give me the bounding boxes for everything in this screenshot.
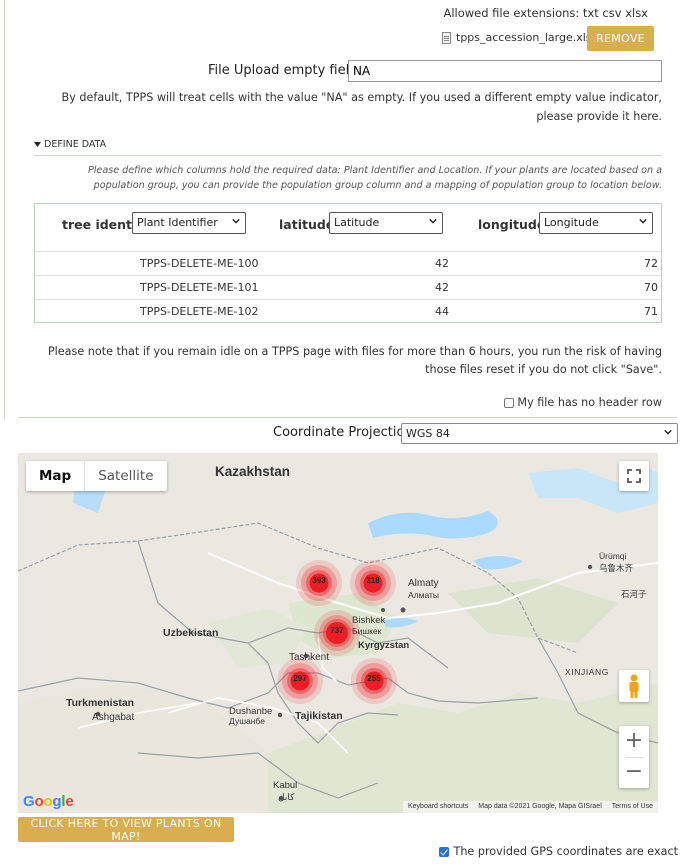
divider <box>34 155 662 156</box>
cell-tree-id: TPPS-DELETE-ME-100 <box>140 257 259 270</box>
define-data-help: Please define which columns hold the req… <box>87 165 662 191</box>
chevron-down-icon <box>639 218 647 224</box>
map-tab[interactable]: Map <box>26 461 86 491</box>
label-urumqi-cn: 乌鲁木齐 <box>599 563 634 573</box>
cluster-count: 737 <box>330 626 344 635</box>
cluster-count: 318 <box>366 576 380 585</box>
cluster-marker[interactable]: 255 <box>350 657 398 705</box>
cell-longitude: 72 <box>644 257 658 270</box>
label-almaty: Almaty <box>408 578 439 589</box>
chevron-down-icon <box>429 218 437 224</box>
cell-longitude: 70 <box>644 281 658 294</box>
label-ashgabat: Ashgabat <box>92 712 135 723</box>
projection-label: Coordinate Projection <box>273 425 413 440</box>
cell-tree-id: TPPS-DELETE-ME-102 <box>140 305 259 318</box>
gps-exact-checkbox[interactable] <box>439 846 450 857</box>
empty-field-input[interactable] <box>348 60 662 82</box>
longitude-select[interactable]: Longitude <box>539 212 653 234</box>
divider <box>18 417 678 418</box>
gps-exact-label: The provided GPS coordinates are exact <box>453 845 678 858</box>
zoom-control: + − <box>619 726 649 788</box>
column-header-longitude: longitude <box>478 217 546 232</box>
left-border <box>4 0 5 420</box>
label-shihezi-cn: 石河子 <box>621 589 647 599</box>
label-uzbekistan: Uzbekistan <box>163 627 219 639</box>
column-mapping-table: tree identif Plant Identifier latitude L… <box>34 203 662 323</box>
empty-field-help: By default, TPPS will treat cells with t… <box>61 91 662 123</box>
cell-latitude: 42 <box>435 257 449 270</box>
cell-latitude: 42 <box>435 281 449 294</box>
tree-id-select[interactable]: Plant Identifier <box>132 212 246 234</box>
longitude-select-value: Longitude <box>544 216 599 229</box>
label-turkmenistan: Turkmenistan <box>66 697 135 709</box>
zoom-in-icon[interactable]: + <box>619 726 649 757</box>
uploaded-file: tpps_accession_large.xlsx <box>442 31 598 44</box>
label-kazakhstan: Kazakhstan <box>215 464 291 479</box>
cell-longitude: 71 <box>644 305 658 318</box>
cluster-count: 255 <box>367 674 381 683</box>
street-view-button[interactable] <box>619 670 649 702</box>
label-tajikistan: Tajikistan <box>295 710 343 722</box>
map-type-control: Map Satellite <box>26 461 167 491</box>
map[interactable]: Map Satellite Kazakhstan Uzbekistan Turk… <box>18 453 658 813</box>
file-name: tpps_accession_large.xlsx <box>456 31 599 44</box>
latitude-select[interactable]: Latitude <box>329 212 443 234</box>
no-header-checkbox[interactable] <box>504 397 515 408</box>
fullscreen-button[interactable] <box>619 461 649 491</box>
terms-link[interactable]: Terms of Use <box>612 803 653 811</box>
caret-down-icon <box>34 142 41 147</box>
map-data-credit: Map data ©2021 Google, Mapa GISrael <box>478 803 602 810</box>
remove-button[interactable]: REMOVE <box>587 26 654 51</box>
zoom-out-icon[interactable]: − <box>619 757 649 788</box>
idle-warning: Please note that if you remain idle on a… <box>47 345 662 376</box>
cluster-count: 297 <box>293 674 307 683</box>
cluster-marker[interactable]: 393 <box>295 559 343 607</box>
projection-select-value: WGS 84 <box>406 427 450 440</box>
google-logo: Google <box>23 793 74 810</box>
label-almaty-cyr: Алматы <box>408 590 440 600</box>
tree-id-select-value: Plant Identifier <box>137 216 218 229</box>
no-header-option[interactable]: My file has no header row <box>504 396 662 409</box>
fullscreen-icon <box>627 469 641 483</box>
table-row: TPPS-DELETE-ME-100 42 72 <box>35 251 661 275</box>
define-data-title: DEFINE DATA <box>44 139 107 150</box>
view-plants-on-map-button[interactable]: CLICK HERE TO VIEW PLANTS ON MAP! <box>18 817 234 843</box>
chevron-down-icon <box>232 218 240 224</box>
cluster-marker[interactable]: 737 <box>313 609 361 657</box>
empty-field-label: File Upload empty field: <box>208 63 362 78</box>
allowed-extensions: Allowed file extensions: txt csv xlsx <box>443 6 648 20</box>
map-attribution: Keyboard shortcuts Map data ©2021 Google… <box>402 801 658 813</box>
keyboard-shortcuts-link[interactable]: Keyboard shortcuts <box>408 803 468 811</box>
cluster-marker[interactable]: 297 <box>276 657 324 705</box>
label-xinjiang: XINJIANG <box>565 667 610 677</box>
chevron-down-icon <box>664 429 672 435</box>
latitude-select-value: Latitude <box>334 216 380 229</box>
label-dushanbe-cyr: Душанбе <box>229 716 265 726</box>
cluster-count: 393 <box>312 576 326 585</box>
table-row: TPPS-DELETE-ME-102 44 71 <box>35 299 661 323</box>
file-icon <box>442 31 451 44</box>
label-urumqi: Ürümqi <box>599 551 627 561</box>
table-row: TPPS-DELETE-ME-101 42 70 <box>35 275 661 299</box>
page: Allowed file extensions: txt csv xlsx tp… <box>0 0 696 864</box>
label-kyrgyzstan: Kyrgyzstan <box>358 640 410 651</box>
column-header-tree-id: tree identif <box>62 217 142 232</box>
gps-exact-option[interactable]: The provided GPS coordinates are exact <box>439 845 678 858</box>
label-kabul-ar: کابل <box>278 792 295 802</box>
pegman-icon <box>629 674 639 698</box>
satellite-tab[interactable]: Satellite <box>85 461 166 491</box>
define-data-toggle[interactable]: DEFINE DATA <box>34 139 106 150</box>
divider <box>625 757 643 758</box>
label-kabul: Kabul <box>273 780 298 791</box>
column-header-latitude: latitude <box>279 217 335 232</box>
no-header-label: My file has no header row <box>517 396 662 409</box>
cell-latitude: 44 <box>435 305 449 318</box>
projection-select[interactable]: WGS 84 <box>401 423 678 444</box>
cell-tree-id: TPPS-DELETE-ME-101 <box>140 281 259 294</box>
cluster-marker[interactable]: 318 <box>349 559 397 607</box>
